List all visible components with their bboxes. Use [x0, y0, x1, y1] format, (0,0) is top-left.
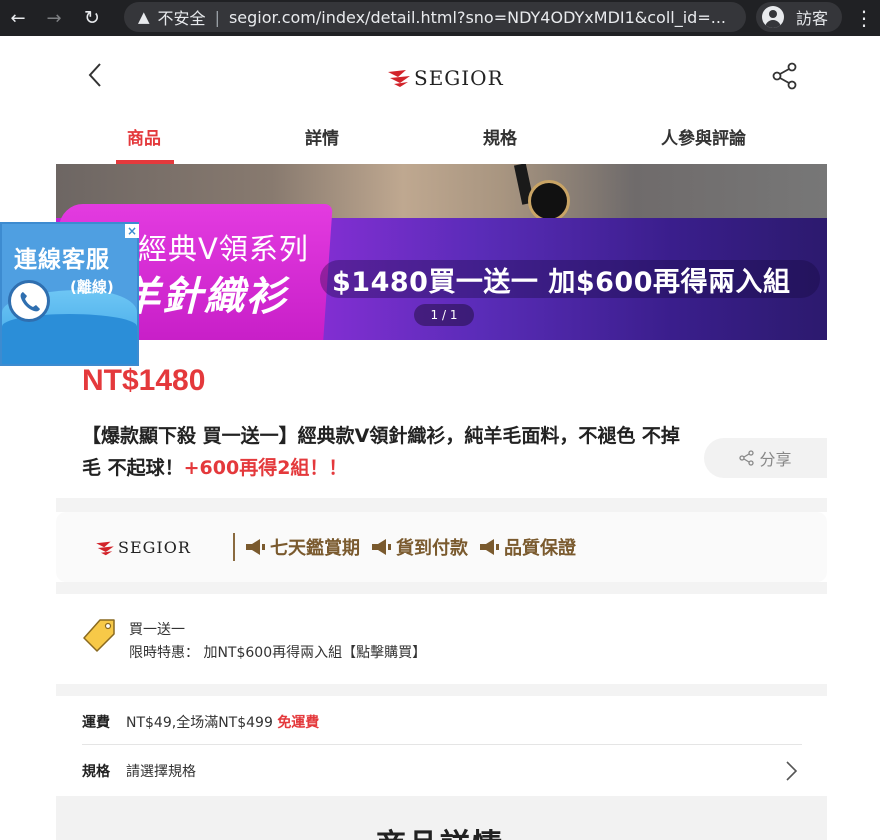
avatar-icon — [762, 6, 784, 28]
detail-section: 商品詳情 — [56, 796, 827, 840]
brand-logo-text: SEGIOR — [118, 538, 191, 557]
site-logo[interactable]: SEGIOR — [386, 66, 504, 90]
profile-label: 訪客 — [796, 9, 829, 28]
kebab-menu-icon[interactable]: ⋮ — [854, 6, 874, 30]
address-separator: | — [214, 7, 220, 27]
shipping-value: NT$49,全场滿NT$499 免運費 — [126, 712, 319, 732]
chevron-right-icon[interactable] — [784, 760, 798, 782]
badge-item: 品質保證 — [478, 534, 576, 560]
logo-text: SEGIOR — [414, 66, 504, 90]
free-shipping: 免運費 — [277, 715, 320, 731]
promotion-title: 買一送一 — [129, 622, 185, 638]
spec-value[interactable]: 請選擇規格 — [126, 761, 196, 781]
section-gap — [56, 498, 827, 512]
product-tabs: 商品 詳情 規格 人參與評論 — [56, 118, 827, 164]
cs-wave-decoration — [2, 314, 137, 364]
promo-banner[interactable]: 經典V領系列 羊針織衫 $1480買一送一 加$600再得兩入組 1 / 1 — [56, 164, 827, 340]
cs-status: (離線) — [70, 278, 114, 296]
forward-arrow-icon[interactable]: → — [42, 6, 66, 30]
tab-reviews[interactable]: 人參與評論 — [661, 124, 746, 164]
product-price: NT$1480 — [82, 364, 206, 397]
product-title: 【爆款顯下殺 買一送一】經典款V領針織衫，純羊毛面料，不褪色 不掉毛 不起球！+… — [82, 420, 694, 484]
tab-details[interactable]: 詳情 — [305, 124, 339, 164]
tab-product[interactable]: 商品 — [127, 124, 161, 164]
row-divider — [82, 744, 802, 745]
section-gap — [56, 582, 827, 594]
megaphone-icon — [246, 539, 265, 555]
banner-promo-text: $1480買一送一 加$600再得兩入組 — [332, 267, 791, 298]
section-gap — [56, 684, 827, 696]
badge-label: 貨到付款 — [396, 538, 468, 559]
share-button[interactable]: 分享 — [704, 438, 827, 478]
product-title-highlight: +600再得2組！！ — [183, 457, 348, 479]
phone-icon — [8, 280, 50, 322]
wing-logo-icon — [388, 70, 410, 87]
megaphone-icon — [480, 539, 499, 555]
brand-logo[interactable]: SEGIOR — [94, 538, 191, 557]
browser-toolbar: ← → ↻ ▲ 不安全 | segior.com/index/detail.ht… — [0, 0, 880, 36]
back-chevron-icon[interactable] — [86, 62, 106, 88]
profile-button[interactable]: 訪客 — [756, 2, 842, 32]
tab-specs[interactable]: 規格 — [483, 124, 517, 164]
spec-label[interactable]: 規格 — [82, 761, 110, 781]
share-icon[interactable] — [772, 62, 798, 90]
megaphone-icon — [372, 539, 391, 555]
address-bar[interactable]: ▲ 不安全 | segior.com/index/detail.html?sno… — [124, 2, 746, 32]
warning-icon: ▲ — [138, 8, 150, 26]
badge-label: 品質保證 — [504, 538, 576, 559]
site-header: SEGIOR — [56, 36, 827, 118]
product-title-main: 【爆款顯下殺 買一送一】經典款V領針織衫，純羊毛面料，不褪色 不掉毛 不起球！ — [82, 425, 680, 479]
banner-pager: 1 / 1 — [414, 304, 474, 326]
price-tag-icon — [83, 619, 115, 652]
badge-label: 七天鑑賞期 — [270, 538, 360, 559]
cs-title: 連線客服 — [14, 247, 110, 273]
badge-item: 貨到付款 — [370, 534, 468, 560]
brand-wing-icon — [96, 541, 114, 555]
promotion-card[interactable] — [56, 594, 827, 684]
shipping-fee: NT$49,全场滿NT$499 — [126, 715, 273, 731]
badge-item: 七天鑑賞期 — [244, 534, 360, 560]
insecure-label: 不安全 — [157, 9, 206, 28]
banner-watch — [528, 180, 570, 222]
service-badges: 七天鑑賞期 貨到付款 品質保證 — [244, 534, 586, 560]
detail-title: 商品詳情 — [376, 820, 504, 840]
share-small-icon — [739, 450, 755, 466]
url-text: segior.com/index/detail.html?sno=NDY4ODY… — [228, 7, 726, 27]
banner-line2: 羊針織衫 — [120, 274, 288, 320]
banner-line1: 經典V領系列 — [138, 232, 309, 266]
brand-separator — [233, 533, 235, 561]
back-arrow-icon[interactable]: ← — [6, 6, 30, 30]
reload-icon[interactable]: ↻ — [80, 6, 104, 30]
shipping-label: 運費 — [82, 715, 110, 731]
promotion-desc[interactable]: 限時特惠： 加NT$600再得兩入組【點擊購買】 — [129, 642, 426, 662]
customer-service-widget[interactable]: 連線客服 (離線) × — [0, 222, 139, 366]
shipping-spec-card — [56, 696, 827, 796]
share-label: 分享 — [759, 450, 792, 469]
close-icon[interactable]: × — [125, 224, 139, 238]
